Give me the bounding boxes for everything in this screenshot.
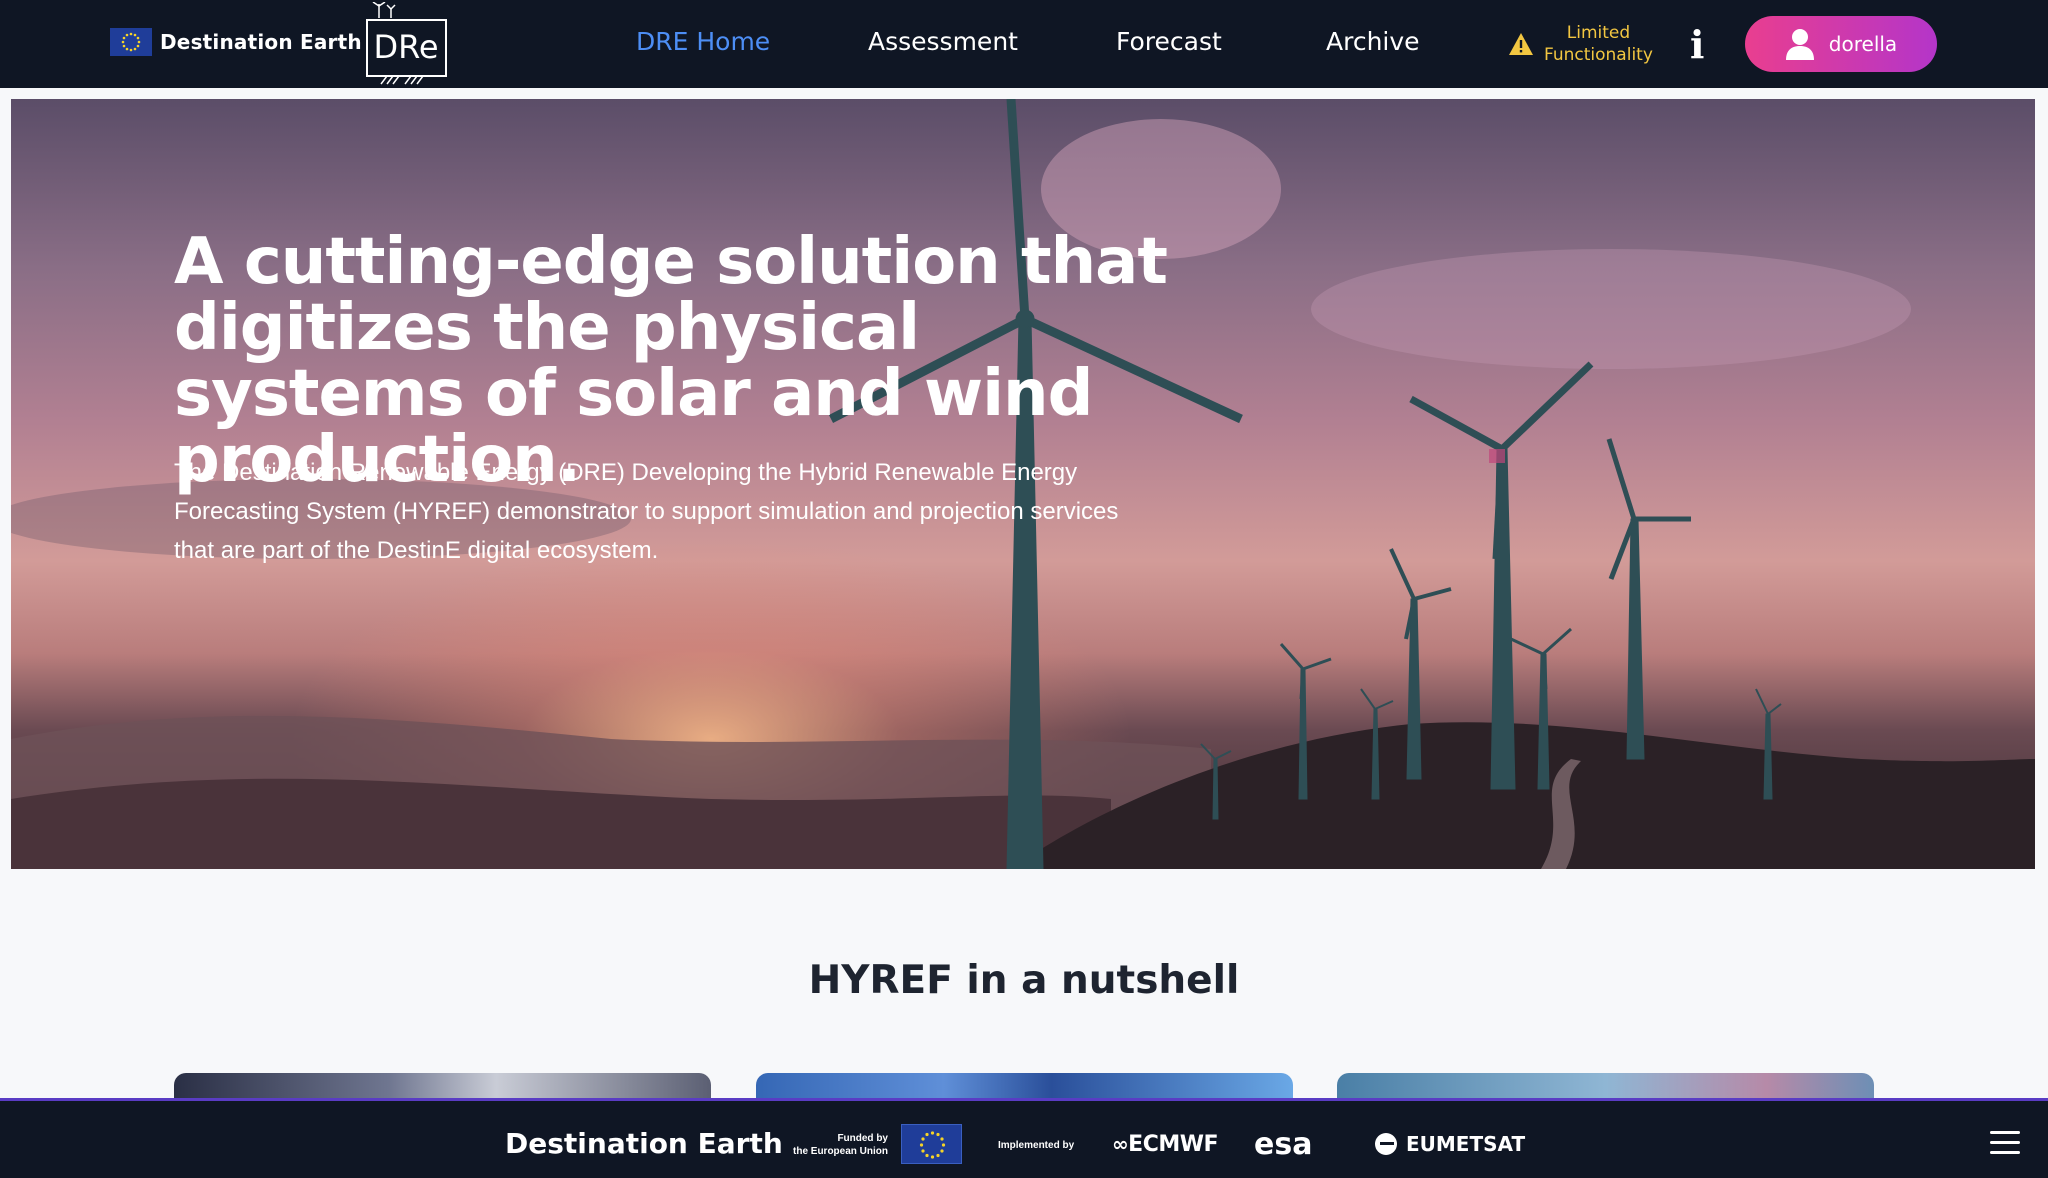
user-name: dorella xyxy=(1828,32,1898,56)
implemented-by-text: Implemented by xyxy=(998,1140,1075,1151)
ecmwf-icon: ∞ xyxy=(1112,1132,1129,1156)
eumetsat-icon xyxy=(1375,1133,1397,1155)
funded-line-2: the European Union xyxy=(793,1146,888,1157)
user-menu-button[interactable]: dorella xyxy=(1745,16,1937,72)
nav-dre-home[interactable]: DRE Home xyxy=(636,27,770,56)
info-icon[interactable]: i xyxy=(1690,22,1704,67)
top-navbar: Destination Earth DRe DRE Home Assessmen… xyxy=(0,0,2048,88)
section-title: HYREF in a nutshell xyxy=(808,958,1240,1003)
funded-by-text: Funded by the European Union xyxy=(788,1132,888,1158)
nav-archive[interactable]: Archive xyxy=(1326,27,1420,56)
eumetsat-logo[interactable]: EUMETSAT xyxy=(1374,1132,1525,1156)
footer-brand[interactable]: Destination Earth xyxy=(505,1127,783,1160)
nav-assessment[interactable]: Assessment xyxy=(868,27,1018,56)
status-line-2: Functionality xyxy=(1544,45,1653,65)
warning-icon xyxy=(1509,33,1533,55)
status-line-1: Limited xyxy=(1566,23,1631,43)
eu-flag-icon xyxy=(901,1124,962,1164)
ecmwf-text: ECMWF xyxy=(1128,1132,1219,1157)
main-nav: DRE Home Assessment Forecast Archive xyxy=(0,27,2048,61)
nav-forecast[interactable]: Forecast xyxy=(1116,27,1222,56)
footer-bar: Destination Earth Funded by the European… xyxy=(0,1098,2048,1178)
eumetsat-text: EUMETSAT xyxy=(1406,1132,1526,1156)
funded-line-1: Funded by xyxy=(837,1133,888,1144)
hero-description: The Destination Renewable Energy (DRE) D… xyxy=(174,459,1119,564)
user-icon xyxy=(1785,29,1814,60)
esa-logo[interactable]: esa xyxy=(1254,1127,1312,1162)
hero-banner: A cutting-edge solution that digitizes t… xyxy=(11,99,2035,869)
hamburger-menu-icon[interactable] xyxy=(1990,1131,2020,1155)
ecmwf-logo[interactable]: ∞ECMWF xyxy=(1112,1132,1219,1157)
limited-functionality-status[interactable]: Limited Functionality xyxy=(1508,22,1653,66)
esa-text: esa xyxy=(1254,1127,1313,1162)
